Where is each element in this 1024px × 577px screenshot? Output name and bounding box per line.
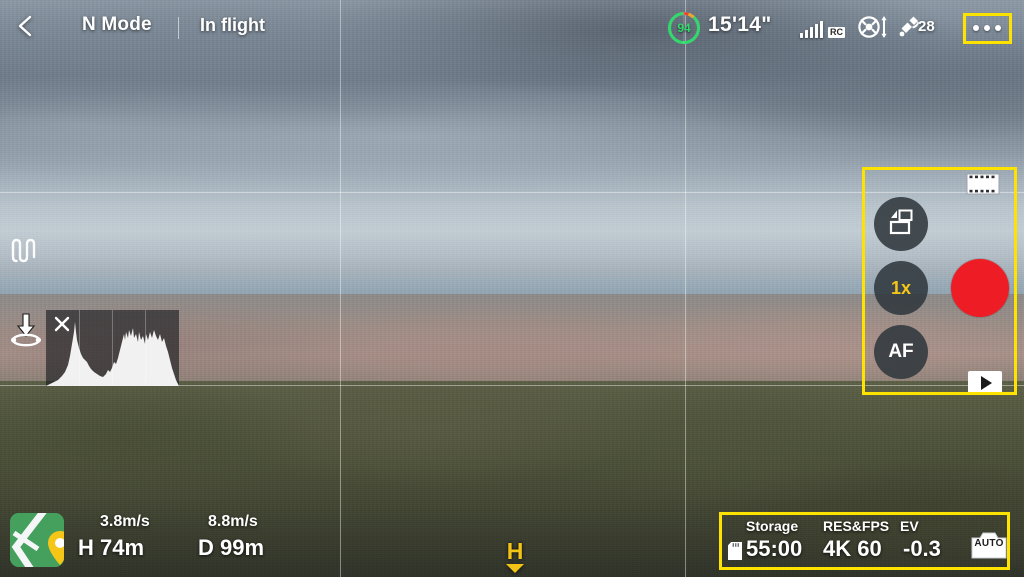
- more-options-icon: [995, 25, 1001, 31]
- flight-time-label: 15'14": [708, 13, 772, 36]
- ev-value[interactable]: -0.3: [903, 536, 941, 562]
- more-options-icon: [984, 25, 990, 31]
- drone-camera-hud: N Mode In flight 94 15'14" RC 28 1x AF H…: [0, 0, 1024, 577]
- camera-auto-label: AUTO: [974, 538, 1004, 549]
- home-point-marker: H: [502, 540, 528, 577]
- signal-bar-1: [800, 33, 803, 38]
- autofocus-button[interactable]: AF: [874, 325, 928, 379]
- topbar-divider: [178, 17, 179, 39]
- flight-mode-label[interactable]: N Mode: [82, 14, 152, 36]
- battery-indicator[interactable]: 94: [666, 10, 702, 46]
- zoom-level-button[interactable]: 1x: [874, 261, 928, 315]
- back-button[interactable]: [12, 14, 38, 42]
- playback-button[interactable]: [968, 371, 1002, 395]
- signal-bar-4: [815, 24, 818, 38]
- flight-status-label: In flight: [200, 15, 265, 35]
- rc-signal-indicator: RC: [800, 16, 845, 38]
- drone-landing-icon[interactable]: [6, 310, 46, 348]
- signal-bar-5: [820, 21, 823, 38]
- camera-info-bar: Storage RES&FPS EV 55:00 4K 60 -0.3 AUTO: [728, 516, 1018, 570]
- altitude-value: H 74m: [78, 535, 145, 560]
- home-point-pointer-icon: [506, 564, 524, 573]
- rc-badge-label: RC: [828, 27, 845, 38]
- telemetry-distance-row: H 74m D 99m: [78, 535, 348, 567]
- chevron-left-icon: [17, 14, 33, 43]
- record-button[interactable]: [951, 259, 1009, 317]
- more-options-button[interactable]: [963, 13, 1011, 43]
- autofocus-label: AF: [888, 341, 914, 362]
- storage-header: Storage: [746, 518, 799, 534]
- map-thumbnail-icon: [10, 513, 64, 567]
- film-strip-icon[interactable]: [966, 173, 1000, 195]
- sd-card-icon: [728, 540, 742, 560]
- play-icon: [980, 376, 992, 390]
- camera-control-panel: 1x AF: [866, 173, 1016, 395]
- distance-value: D 99m: [198, 535, 265, 560]
- horizontal-speed-value: 8.8m/s: [208, 513, 258, 530]
- ev-header: EV: [900, 518, 919, 534]
- signal-bar-2: [805, 30, 808, 38]
- signal-bar-3: [810, 27, 813, 38]
- photo-video-toggle-icon: [886, 208, 916, 241]
- map-thumbnail-button[interactable]: [10, 513, 64, 567]
- histogram-close-button[interactable]: [53, 315, 71, 333]
- top-status-bar: N Mode In flight 94 15'14" RC 28: [0, 0, 1024, 56]
- vision-positioning-icon: [857, 14, 891, 40]
- photo-video-toggle-button[interactable]: [874, 197, 928, 251]
- satellite-count-label: 28: [918, 18, 935, 35]
- telemetry-readout: 3.8m/s 8.8m/s H 74m D 99m: [78, 513, 348, 569]
- home-point-label: H: [506, 538, 524, 564]
- resolution-fps-header: RES&FPS: [823, 518, 890, 534]
- gimbal-attitude-icon: [8, 238, 40, 266]
- battery-percent-label: 94: [677, 21, 691, 35]
- resolution-fps-value[interactable]: 4K 60: [823, 536, 882, 562]
- camera-auto-mode-button[interactable]: AUTO: [970, 530, 1008, 560]
- more-options-icon: [973, 25, 979, 31]
- vertical-speed-value: 3.8m/s: [100, 513, 150, 530]
- histogram-panel: [46, 310, 179, 386]
- zoom-level-label: 1x: [890, 277, 912, 298]
- storage-value: 55:00: [746, 536, 803, 561]
